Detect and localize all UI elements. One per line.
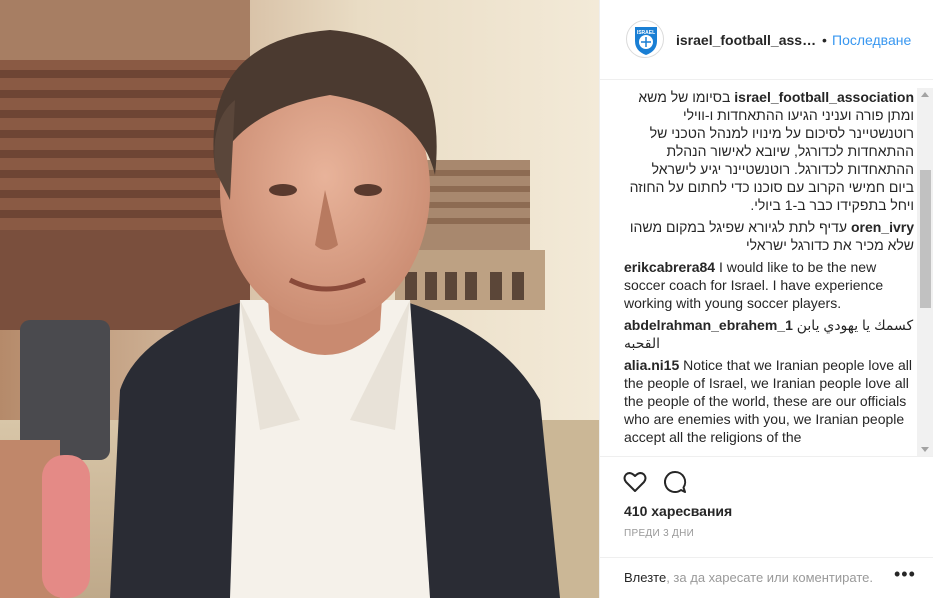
more-options-icon[interactable]: ••• [894, 564, 916, 585]
comment-item: alia.ni15 Notice that we Iranian people … [624, 356, 914, 446]
avatar[interactable]: ISRAEL [626, 20, 664, 58]
scroll-down-arrow-icon[interactable] [921, 447, 929, 452]
comment-item: erikcabrera84 I would like to be the new… [624, 258, 914, 312]
follow-button[interactable]: Последване [832, 32, 911, 48]
comment-username[interactable]: israel_football_association [734, 89, 914, 105]
heart-icon [623, 472, 647, 492]
login-prompt: Влезте, за да харесате или коментирате. [624, 570, 873, 585]
likes-count[interactable]: 410 харесвания [624, 503, 732, 519]
comment-text: בסיומו של משא ומתן פורה ועניני הגיעו ההת… [629, 89, 914, 213]
israel-fa-logo-icon: ISRAEL [635, 27, 657, 55]
post-username[interactable]: israel_football_assoc... [676, 32, 820, 48]
follow-separator: • [822, 32, 827, 48]
post-header: ISRAEL israel_football_assoc... • Послед… [600, 0, 933, 80]
scroll-up-arrow-icon[interactable] [921, 92, 929, 97]
comment-button[interactable] [662, 469, 688, 495]
scrollbar-thumb[interactable] [920, 170, 931, 308]
comments-list[interactable]: israel_football_association בסיומו של מש… [624, 88, 914, 456]
post-timestamp[interactable]: ПРЕДИ 3 ДНИ [624, 528, 694, 539]
post-side-panel: ISRAEL israel_football_assoc... • Послед… [599, 0, 933, 598]
comment-username[interactable]: erikcabrera84 [624, 259, 715, 275]
post-photo[interactable] [0, 0, 599, 598]
post-image [0, 0, 599, 598]
comment-item: israel_football_association בסיומו של מש… [624, 88, 914, 214]
comment-username[interactable]: alia.ni15 [624, 357, 679, 373]
login-prompt-text: , за да харесате или коментирате. [666, 570, 873, 585]
login-link[interactable]: Влезте [624, 570, 666, 585]
like-button[interactable] [622, 469, 648, 495]
avatar-text: ISRAEL [637, 30, 655, 36]
comments-scrollbar[interactable] [917, 88, 933, 456]
comment-item: oren_ivry עדיף לתת לגיורא שפיגל במקום מש… [624, 218, 914, 254]
login-bar: Влезте, за да харесате или коментирате. … [600, 557, 933, 598]
comment-item: abdelrahman_ebrahem_1 كسمك يا يهودي يابن… [624, 316, 914, 352]
post-actions: 410 харесвания ПРЕДИ 3 ДНИ Влезте, за да… [600, 456, 933, 598]
comment-bubble-icon [664, 470, 687, 493]
comment-username[interactable]: abdelrahman_ebrahem_1 [624, 317, 793, 333]
comment-username[interactable]: oren_ivry [851, 219, 914, 235]
